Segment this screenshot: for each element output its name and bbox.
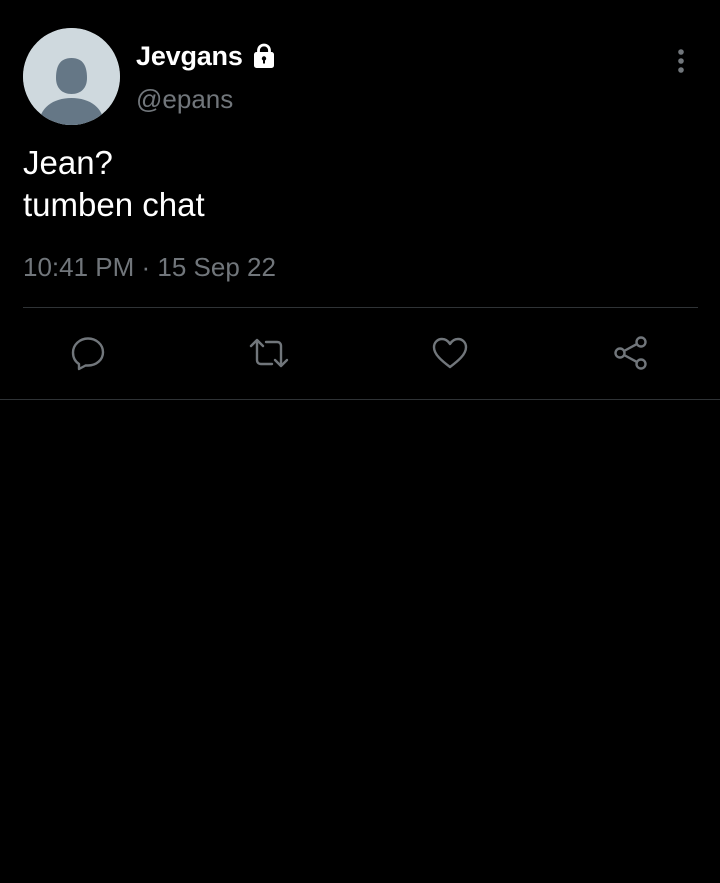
more-options-button[interactable] [664, 44, 698, 78]
author-name-row: Jevgans [136, 38, 278, 74]
reply-button[interactable] [66, 331, 110, 375]
tweet-text-line: Jean? [23, 144, 113, 181]
author-handle[interactable]: @epans [136, 84, 233, 115]
tweet-timestamp[interactable]: 10:41 PM · 15 Sep 22 [23, 252, 276, 283]
like-button[interactable] [428, 331, 472, 375]
tweet-detail: Jevgans @epans Jean? tumben chat 10:41 P… [0, 0, 720, 400]
reply-bubble-icon [71, 337, 105, 371]
default-avatar-icon [23, 28, 120, 125]
retweet-icon [249, 338, 289, 368]
share-button[interactable] [609, 331, 653, 375]
share-icon [614, 336, 647, 370]
divider [23, 307, 698, 308]
retweet-button[interactable] [247, 331, 291, 375]
heart-icon [432, 337, 468, 369]
lock-icon [250, 42, 278, 70]
author-display-name[interactable]: Jevgans [136, 41, 243, 72]
more-vertical-icon [678, 49, 684, 73]
tweet-text-line: tumben chat [23, 186, 205, 223]
tweet-text: Jean? tumben chat [23, 142, 693, 226]
avatar[interactable] [23, 28, 120, 125]
